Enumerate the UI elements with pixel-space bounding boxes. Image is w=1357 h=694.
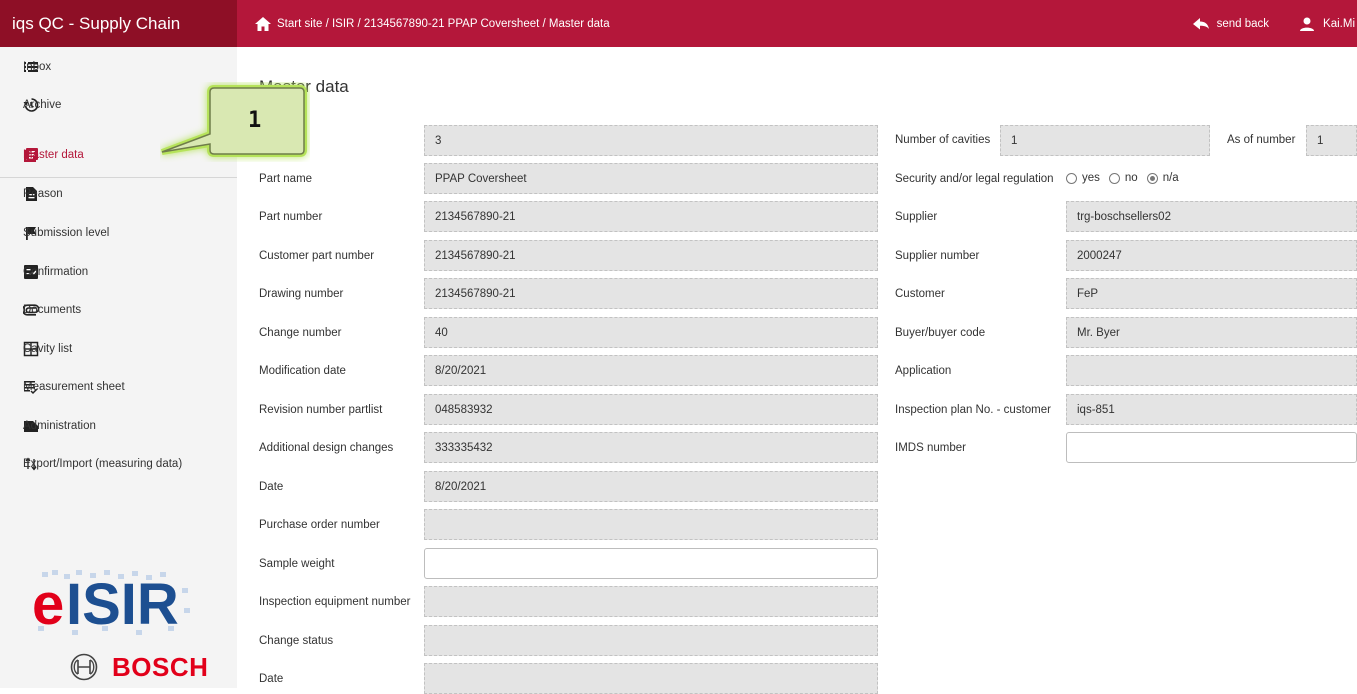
- customer-part-number-field: 2134567890-21: [424, 240, 878, 271]
- user-name[interactable]: Kai.Mi: [1323, 18, 1355, 30]
- security-yes-label: yes: [1082, 172, 1100, 184]
- field-label-revision-number-partlist: Revision number partlist: [259, 404, 383, 416]
- security-radio-group: yes no n/a: [1066, 172, 1179, 184]
- breadcrumb-bar: Start site / ISIR / 2134567890-21 PPAP C…: [237, 0, 1357, 47]
- purchase-order-number-field: [424, 509, 878, 540]
- as-of-number-field: 1: [1306, 125, 1357, 156]
- security-na-radio[interactable]: [1146, 172, 1158, 184]
- sidebar-item-label: Documents: [23, 304, 82, 316]
- sample-weight-input[interactable]: [424, 548, 878, 579]
- date-field: 8/20/2021: [424, 471, 878, 502]
- field-label-inspection-plan-no: Inspection plan No. - customer: [895, 404, 1051, 416]
- field-label-date-2: Date: [259, 673, 284, 685]
- date-field-2: [424, 663, 878, 694]
- field-label-number-of-cavities: Number of cavities: [895, 134, 991, 146]
- breadcrumb[interactable]: Start site / ISIR / 2134567890-21 PPAP C…: [277, 18, 610, 30]
- field-label-supplier-number: Supplier number: [895, 250, 980, 262]
- sidebar-item-administration[interactable]: Administration: [0, 407, 237, 445]
- inspection-plan-no-field: iqs-851: [1066, 394, 1357, 425]
- modification-date-field: 8/20/2021: [424, 355, 878, 386]
- sidebar-item-label: Master data: [23, 149, 84, 161]
- supplier-number-field: 2000247: [1066, 240, 1357, 271]
- buyer-code-field: Mr. Byer: [1066, 317, 1357, 348]
- field-label-additional-design-changes: Additional design changes: [259, 442, 394, 454]
- drawing-number-field: 2134567890-21: [424, 278, 878, 309]
- field-label-inspection-equipment-number: Inspection equipment number: [259, 596, 411, 608]
- sidebar-item-label: Cavity list: [23, 343, 73, 355]
- home-icon[interactable]: [255, 16, 271, 31]
- field-label-date: Date: [259, 481, 284, 493]
- callout-number: 1: [248, 108, 262, 133]
- number-of-cavities-field: 1: [1000, 125, 1210, 156]
- sidebar-item-label: Submission level: [23, 227, 110, 239]
- sidebar-item-submission-level[interactable]: Submission level: [0, 214, 237, 252]
- bosch-logo: BOSCH: [70, 650, 208, 684]
- field-label-as-of-number: As of number: [1227, 134, 1296, 146]
- sidebar-item-label: Reason: [23, 188, 63, 200]
- send-back-button[interactable]: send back: [1217, 18, 1269, 30]
- app-title: iqs QC - Supply Chain: [0, 0, 237, 47]
- inspection-equipment-number-field: [424, 586, 878, 617]
- sidebar-item-label: Archive: [23, 99, 62, 111]
- field-label-buyer-code: Buyer/buyer code: [895, 327, 986, 339]
- isir-index-field: 3: [424, 125, 878, 156]
- field-label-sample-weight: Sample weight: [259, 558, 335, 570]
- sidebar-item-cavity-list[interactable]: Cavity list: [0, 330, 237, 368]
- tutorial-callout: [160, 85, 307, 157]
- part-name-field: PPAP Coversheet: [424, 163, 878, 194]
- user-icon[interactable]: [1299, 17, 1315, 31]
- header-actions: send back Kai.Mi: [1192, 0, 1357, 47]
- field-label-imds-number: IMDS number: [895, 442, 966, 454]
- field-label-modification-date: Modification date: [259, 365, 346, 377]
- security-no-label: no: [1124, 172, 1138, 184]
- field-label-supplier: Supplier: [895, 211, 938, 223]
- field-label-security-regulation: Security and/or legal regulation: [895, 173, 1054, 185]
- top-bar: iqs QC - Supply Chain Start site / ISIR …: [0, 0, 1357, 47]
- change-number-field: 40: [424, 317, 878, 348]
- sidebar-item-inbox[interactable]: Inbox: [0, 48, 237, 86]
- field-label-customer-part-number: Customer part number: [259, 250, 375, 262]
- part-number-field: 2134567890-21: [424, 201, 878, 232]
- sidebar-item-confirmation[interactable]: Confirmation: [0, 253, 237, 291]
- eisir-logo-e: e: [32, 572, 64, 637]
- sidebar-item-measurement-sheet[interactable]: Measurement sheet: [0, 368, 237, 406]
- field-label-customer: Customer: [895, 288, 945, 300]
- revision-number-partlist-field: 048583932: [424, 394, 878, 425]
- sidebar-item-label: Inbox: [23, 61, 52, 73]
- supplier-field: trg-boschsellers02: [1066, 201, 1357, 232]
- application-field: [1066, 355, 1357, 386]
- sidebar-item-label: Confirmation: [23, 266, 89, 278]
- field-label-purchase-order-number: Purchase order number: [259, 519, 380, 531]
- eisir-logo-isir: ISIR: [66, 572, 179, 637]
- customer-field: FeP: [1066, 278, 1357, 309]
- field-label-application: Application: [895, 365, 952, 377]
- sidebar-item-label: Export/Import (measuring data): [23, 458, 183, 470]
- imds-number-input[interactable]: [1066, 432, 1357, 463]
- field-label-change-number: Change number: [259, 327, 342, 339]
- sidebar-item-reason[interactable]: Reason: [0, 175, 237, 213]
- bosch-armature-icon: [70, 653, 98, 681]
- sidebar-item-documents[interactable]: Documents: [0, 291, 237, 329]
- field-label-drawing-number: Drawing number: [259, 288, 344, 300]
- eisir-logo: e ISIR: [32, 570, 190, 637]
- security-na-label: n/a: [1162, 172, 1179, 184]
- security-no-radio[interactable]: [1108, 172, 1120, 184]
- additional-design-changes-field: 333335432: [424, 432, 878, 463]
- sidebar-item-label: Administration: [23, 420, 96, 432]
- change-status-field: [424, 625, 878, 656]
- field-label-part-name: Part name: [259, 173, 313, 185]
- sidebar-item-label: Measurement sheet: [23, 381, 125, 393]
- field-label-change-status: Change status: [259, 635, 334, 647]
- field-label-part-number: Part number: [259, 211, 323, 223]
- bosch-wordmark: BOSCH: [112, 651, 209, 682]
- security-yes-radio[interactable]: [1066, 172, 1077, 184]
- send-back-icon[interactable]: [1192, 17, 1209, 31]
- sidebar-item-export-import[interactable]: Export/Import (measuring data): [0, 445, 237, 483]
